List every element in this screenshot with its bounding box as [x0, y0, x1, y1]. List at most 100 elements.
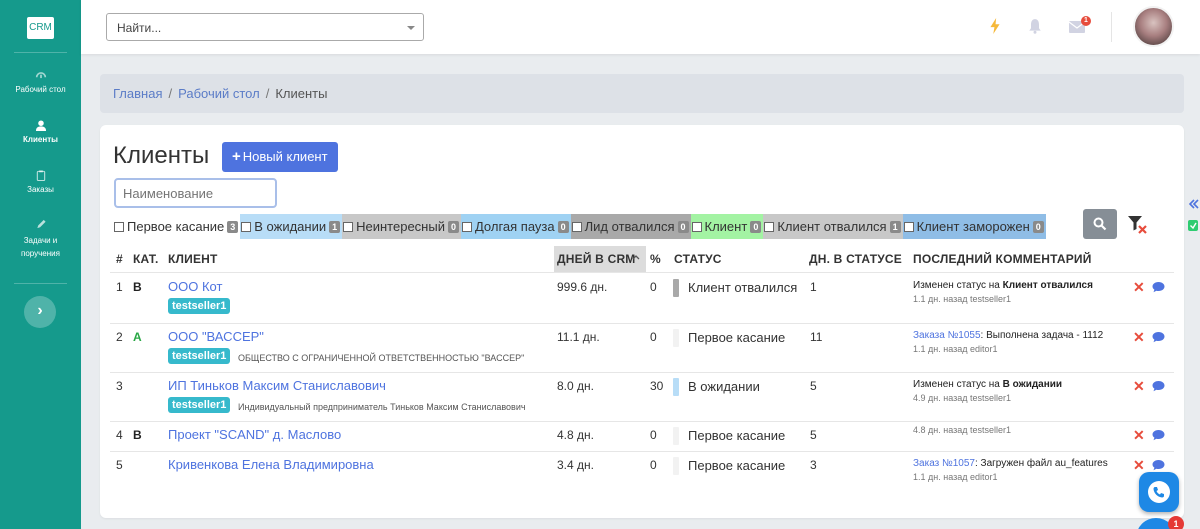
clear-filter-icon[interactable]: [1126, 213, 1148, 235]
status-filters: Первое касание 3 В ожидании 1 Неинтересный 0 Д…: [113, 214, 1046, 239]
breadcrumb-separator: /: [168, 86, 173, 101]
comment-meta: 4.9 дн. назад testseller1: [913, 393, 1012, 403]
search-button[interactable]: [1083, 209, 1117, 239]
col-header-percent[interactable]: %: [650, 252, 661, 266]
breadcrumb-current: Клиенты: [275, 86, 328, 101]
delete-icon[interactable]: ✕: [1133, 329, 1145, 346]
last-comment: Заказ №1057: Загружен файл au_features: [913, 458, 1108, 469]
status-text: Первое касание: [688, 330, 786, 345]
new-client-button[interactable]: + Новый клиент: [222, 142, 338, 172]
dashboard-icon: [35, 72, 46, 79]
filter-label: Клиент: [704, 219, 748, 234]
status-filter-chip[interactable]: Первое касание 3: [113, 214, 241, 239]
seller-tag[interactable]: testseller1: [168, 397, 231, 413]
status-text: Первое касание: [688, 428, 786, 443]
delete-icon[interactable]: ✕: [1133, 378, 1145, 395]
status-filter-chip[interactable]: Неинтересный 0: [342, 214, 461, 239]
sidebar-item-tasks[interactable]: Задачи и поручения: [0, 219, 81, 260]
seller-tag[interactable]: testseller1: [168, 348, 231, 364]
filter-checkbox[interactable]: [114, 221, 124, 232]
delete-icon[interactable]: ✕: [1133, 279, 1145, 296]
new-client-label: Новый клиент: [242, 149, 328, 164]
status-filter-chip[interactable]: Долгая пауза 0: [460, 214, 571, 239]
comment-status: Клиент отвалился: [1002, 280, 1093, 291]
filter-count-badge: 0: [557, 220, 569, 233]
seller-tag[interactable]: testseller1: [168, 298, 231, 314]
client-full-name: ОБЩЕСТВО С ОГРАНИЧЕННОЙ ОТВЕТСТВЕННОСТЬЮ…: [238, 353, 525, 363]
col-header-days[interactable]: ДНЕЙ В CRM: [557, 252, 636, 266]
status-filter-chip[interactable]: Клиент заморожен 0: [902, 214, 1046, 239]
filter-count-badge: 0: [750, 220, 762, 233]
filter-checkbox[interactable]: [764, 221, 775, 232]
row-separator: [110, 272, 1174, 273]
filter-checkbox[interactable]: [241, 221, 252, 232]
days-in-crm: 999.6 дн.: [557, 280, 608, 294]
comment-icon[interactable]: [1152, 331, 1165, 343]
col-header-status[interactable]: СТАТУС: [674, 252, 722, 266]
col-header-cat[interactable]: КАТ.: [133, 252, 159, 266]
name-filter-input[interactable]: [114, 178, 277, 208]
comment-icon[interactable]: [1152, 459, 1165, 471]
status-color-bar: [673, 279, 679, 297]
comment-meta: 1.1 дн. назад testseller1: [913, 294, 1012, 304]
filter-label: Неинтересный: [356, 219, 445, 234]
sidebar-item-clients[interactable]: Клиенты: [0, 120, 81, 144]
order-link[interactable]: Заказ №1057: [913, 458, 975, 469]
sidebar-collapse-button[interactable]: ›: [24, 296, 56, 328]
days-in-status: 3: [810, 458, 817, 472]
sidebar-divider: [14, 283, 67, 284]
filter-checkbox[interactable]: [343, 221, 354, 232]
status-text: В ожидании: [688, 379, 760, 394]
comment-prefix: Изменен статус на: [913, 379, 1003, 390]
chat-widget-button[interactable]: [1139, 472, 1179, 512]
status-text: Клиент отвалился: [688, 280, 798, 295]
status-text: Первое касание: [688, 458, 786, 473]
filter-checkbox[interactable]: [571, 221, 582, 232]
sort-asc-icon: [632, 255, 640, 260]
status-color-bar: [673, 378, 679, 396]
comment-status: В ожидании: [1002, 379, 1063, 390]
percent-value: 0: [650, 428, 657, 442]
filter-count-badge: 1: [889, 220, 901, 233]
status-filter-chip[interactable]: Клиент 0: [690, 214, 764, 239]
filter-checkbox[interactable]: [461, 221, 472, 232]
sidebar-item-orders[interactable]: Заказы: [0, 170, 81, 194]
edge-panel-toggle[interactable]: [1185, 196, 1200, 240]
comment-icon[interactable]: [1152, 380, 1165, 392]
breadcrumb-home[interactable]: Главная: [113, 86, 162, 101]
col-header-days-in-status[interactable]: ДН. В СТАТУСЕ: [809, 252, 902, 266]
row-separator: [110, 421, 1174, 422]
percent-value: 30: [650, 379, 664, 393]
row-number: 3: [116, 379, 123, 393]
breadcrumb-dashboard[interactable]: Рабочий стол: [178, 86, 260, 101]
client-name-link[interactable]: ИП Тиньков Максим Станиславович: [168, 378, 386, 393]
global-search-select[interactable]: Найти...: [106, 13, 424, 41]
days-in-status: 11: [810, 330, 823, 344]
sidebar-item-label: Задачи и поручения: [21, 236, 60, 258]
delete-icon[interactable]: ✕: [1133, 457, 1145, 474]
filter-checkbox[interactable]: [691, 221, 702, 232]
bell-icon[interactable]: [1028, 18, 1042, 34]
client-name-link[interactable]: ООО Кот: [168, 279, 222, 294]
status-filter-chip[interactable]: В ожидании 1: [240, 214, 343, 239]
comment-icon[interactable]: [1152, 281, 1165, 293]
last-comment: Изменен статус на В ожидании: [913, 379, 1062, 390]
status-filter-chip[interactable]: Клиент отвалился 1: [763, 214, 903, 239]
filter-checkbox[interactable]: [903, 221, 914, 232]
client-name-link[interactable]: ООО "ВАССЕР": [168, 329, 264, 344]
avatar[interactable]: [1133, 6, 1174, 47]
sidebar-item-dashboard[interactable]: Рабочий стол: [0, 70, 81, 94]
row-number: 1: [116, 280, 123, 294]
col-header-client[interactable]: КЛИЕНТ: [168, 252, 218, 266]
search-placeholder: Найти...: [117, 21, 162, 35]
order-link[interactable]: Заказа №1055: [913, 330, 981, 341]
pen-icon: [36, 219, 46, 229]
lightning-icon[interactable]: [988, 18, 1002, 34]
status-filter-chip[interactable]: Лид отвалился 0: [570, 214, 691, 239]
crm-logo[interactable]: CRM: [27, 17, 54, 39]
client-name-link[interactable]: Кривенкова Елена Владимировна: [168, 457, 374, 472]
comment-icon[interactable]: [1152, 429, 1165, 441]
filter-count-badge: 0: [1032, 220, 1044, 233]
client-name-link[interactable]: Проект "SCAND" д. Маслово: [168, 427, 341, 442]
delete-icon[interactable]: ✕: [1133, 427, 1145, 444]
